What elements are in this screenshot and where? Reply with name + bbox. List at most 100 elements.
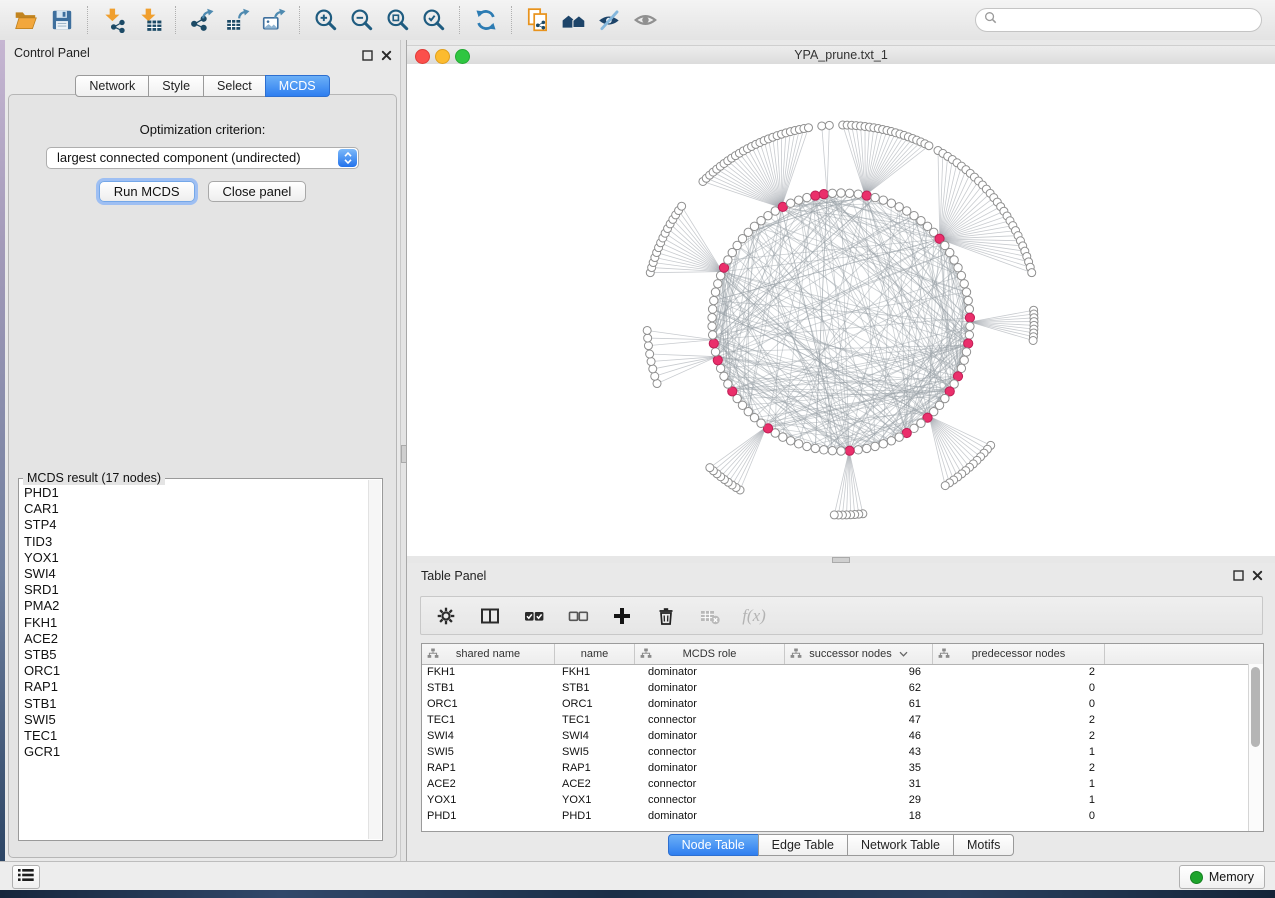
tab-network-table[interactable]: Network Table: [847, 834, 954, 856]
network-workspace: YPA_prune.txt_1 Table Panel f(x) shared …: [406, 40, 1275, 862]
zoom-out-button[interactable]: [344, 4, 380, 36]
zoom-fit-button[interactable]: [380, 4, 416, 36]
mcds-result-item[interactable]: PMA2: [24, 598, 368, 614]
save-session-icon: [49, 7, 75, 33]
import-table-button[interactable]: [132, 4, 168, 36]
column-header-MCDS-role[interactable]: MCDS role: [635, 644, 785, 664]
clone-network-button[interactable]: [520, 4, 556, 36]
task-history-button[interactable]: [12, 865, 40, 889]
table-row-YOX1[interactable]: YOX1YOX1connector291: [422, 792, 1249, 808]
column-header-shared-name[interactable]: shared name: [422, 644, 555, 664]
mcds-result-item[interactable]: ACE2: [24, 631, 368, 647]
cell-name: YOX1: [555, 794, 635, 806]
tab-edge-table[interactable]: Edge Table: [758, 834, 848, 856]
table-row-PHD1[interactable]: PHD1PHD1dominator180: [422, 808, 1249, 824]
save-session-button[interactable]: [44, 4, 80, 36]
control-panel-tabs: NetworkStyleSelectMCDS: [5, 75, 400, 97]
mcds-result-item[interactable]: CAR1: [24, 501, 368, 517]
mcds-result-item[interactable]: RAP1: [24, 679, 368, 695]
column-header-successor-nodes[interactable]: successor nodes: [785, 644, 933, 664]
mcds-result-item[interactable]: STP4: [24, 517, 368, 533]
horizontal-splitter[interactable]: [407, 556, 1275, 563]
scrollbar-thumb[interactable]: [1251, 667, 1260, 747]
memory-label: Memory: [1209, 870, 1254, 884]
export-image-button[interactable]: [256, 4, 292, 36]
apply-layout-icon: [473, 7, 499, 33]
table-row-ACE2[interactable]: ACE2ACE2connector311: [422, 776, 1249, 792]
mcds-result-item[interactable]: GCR1: [24, 744, 368, 760]
mcds-result-item[interactable]: TID3: [24, 534, 368, 550]
cell-predecessor-nodes: 1: [933, 794, 1105, 806]
tab-style[interactable]: Style: [148, 75, 204, 97]
table-scrollbar[interactable]: [1248, 664, 1263, 831]
table-row-STB1[interactable]: STB1STB1dominator620: [422, 680, 1249, 696]
cell-predecessor-nodes: 0: [933, 698, 1105, 710]
mcds-result-item[interactable]: ORC1: [24, 663, 368, 679]
table-row-FKH1[interactable]: FKH1FKH1dominator962: [422, 664, 1249, 680]
export-table-button[interactable]: [220, 4, 256, 36]
float-panel-icon[interactable]: [362, 48, 373, 66]
cell-shared-name: RAP1: [422, 762, 555, 774]
table-row-TEC1[interactable]: TEC1TEC1connector472: [422, 712, 1249, 728]
zoom-selected-button[interactable]: [416, 4, 452, 36]
cell-predecessor-nodes: 0: [933, 682, 1105, 694]
import-network-button[interactable]: [96, 4, 132, 36]
table-row-ORC1[interactable]: ORC1ORC1dominator610: [422, 696, 1249, 712]
deselect-all-rows-button[interactable]: [563, 601, 593, 631]
tab-mcds[interactable]: MCDS: [265, 75, 330, 97]
delete-columns-button[interactable]: [651, 601, 681, 631]
table-panel-title: Table Panel: [421, 569, 486, 583]
tab-network[interactable]: Network: [75, 75, 149, 97]
split-table-button[interactable]: [475, 601, 505, 631]
mcds-result-item[interactable]: YOX1: [24, 550, 368, 566]
table-row-RAP1[interactable]: RAP1RAP1dominator352: [422, 760, 1249, 776]
mcds-result-item[interactable]: TEC1: [24, 728, 368, 744]
column-header-predecessor-nodes[interactable]: predecessor nodes: [933, 644, 1105, 664]
table-mode-gear-button[interactable]: [431, 601, 461, 631]
export-network-button[interactable]: [184, 4, 220, 36]
tab-select[interactable]: Select: [203, 75, 266, 97]
cell-predecessor-nodes: 2: [933, 714, 1105, 726]
new-column-button[interactable]: [607, 601, 637, 631]
hide-selected-button[interactable]: [592, 4, 628, 36]
mcds-result-item[interactable]: SWI5: [24, 712, 368, 728]
open-file-button[interactable]: [8, 4, 44, 36]
cell-predecessor-nodes: 0: [933, 810, 1105, 822]
mcds-result-item[interactable]: SRD1: [24, 582, 368, 598]
mcds-result-item[interactable]: STB5: [24, 647, 368, 663]
float-panel-icon[interactable]: [1233, 568, 1244, 586]
search-input[interactable]: [1002, 12, 1261, 28]
mcds-result-item[interactable]: PHD1: [24, 485, 368, 501]
memory-button[interactable]: Memory: [1179, 865, 1265, 889]
tab-node-table[interactable]: Node Table: [668, 834, 759, 856]
table-row-SWI4[interactable]: SWI4SWI4dominator462: [422, 728, 1249, 744]
apply-layout-button[interactable]: [468, 4, 504, 36]
column-header-name[interactable]: name: [555, 644, 635, 664]
cell-successor-nodes: 43: [785, 746, 933, 758]
select-all-rows-button[interactable]: [519, 601, 549, 631]
mcds-list-scrollbar[interactable]: [368, 480, 381, 839]
close-panel-icon[interactable]: [381, 48, 392, 66]
first-neighbors-button[interactable]: [556, 4, 592, 36]
close-panel-button[interactable]: Close panel: [208, 181, 307, 202]
mcds-result-item[interactable]: FKH1: [24, 615, 368, 631]
cell-shared-name: STB1: [422, 682, 555, 694]
mcds-result-item[interactable]: STB1: [24, 696, 368, 712]
network-window-titlebar[interactable]: YPA_prune.txt_1: [407, 45, 1275, 66]
optimization-criterion-select[interactable]: largest connected component (undirected): [46, 147, 359, 169]
close-panel-icon[interactable]: [1252, 568, 1263, 586]
mcds-result-item[interactable]: SWI4: [24, 566, 368, 582]
mcds-result-list[interactable]: PHD1CAR1STP4TID3YOX1SWI4SRD1PMA2FKH1ACE2…: [24, 485, 368, 838]
cell-shared-name: SWI4: [422, 730, 555, 742]
cell-name: ORC1: [555, 698, 635, 710]
toolbar-separator: [87, 6, 89, 34]
function-builder-icon: f(x): [742, 606, 766, 626]
attribute-tree-icon: [640, 648, 652, 662]
search-box[interactable]: [975, 8, 1262, 32]
run-mcds-button[interactable]: Run MCDS: [99, 181, 195, 202]
table-row-SWI5[interactable]: SWI5SWI5connector431: [422, 744, 1249, 760]
selected-criterion: largest connected component (undirected): [57, 148, 301, 168]
zoom-in-button[interactable]: [308, 4, 344, 36]
tab-motifs[interactable]: Motifs: [953, 834, 1014, 856]
network-canvas[interactable]: [407, 64, 1275, 556]
